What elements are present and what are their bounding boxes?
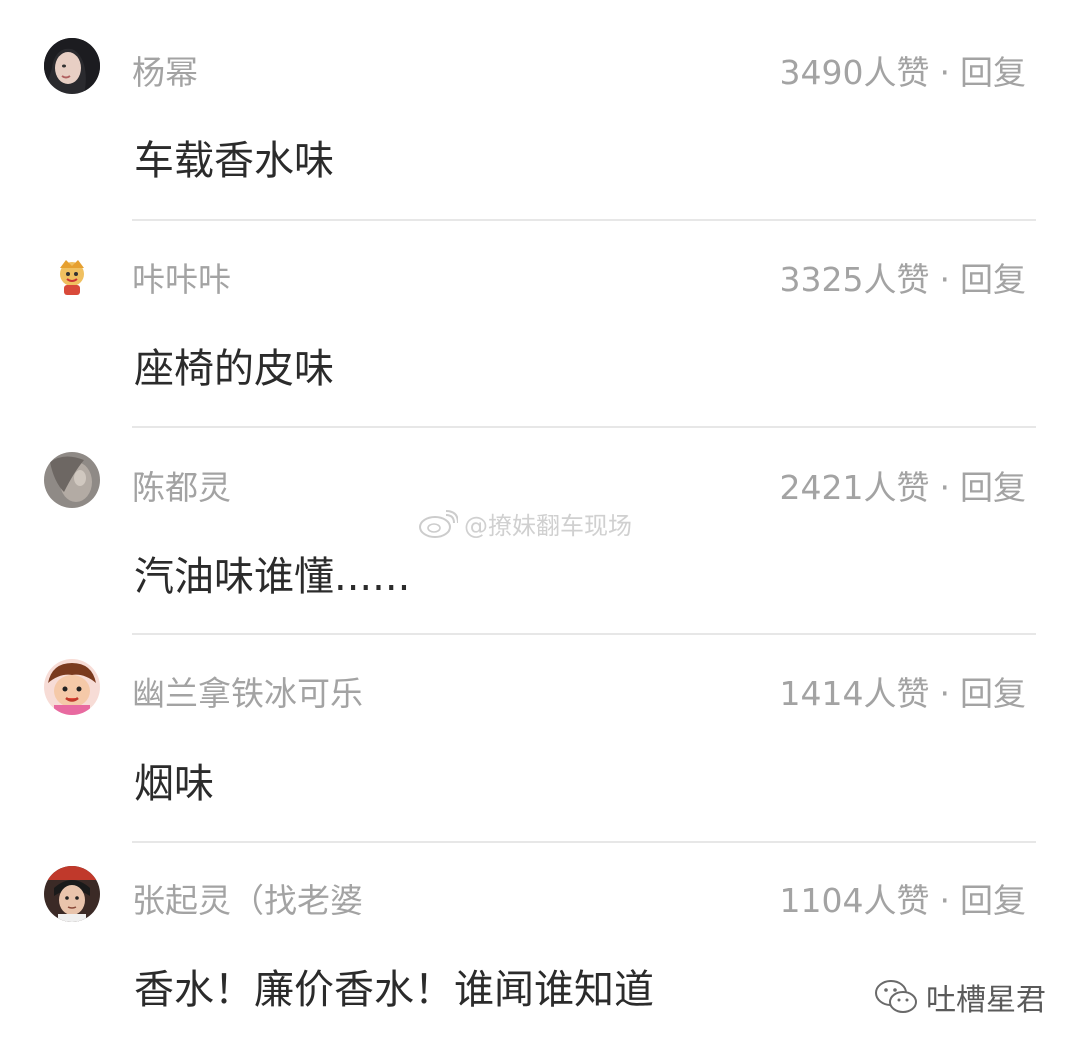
comment-meta: 1414人赞 · 回复 <box>780 677 1026 710</box>
avatar-cartoon-monkey <box>44 248 100 304</box>
comment-meta: 3325人赞 · 回复 <box>780 263 1026 296</box>
like-count[interactable]: 3490人赞 <box>780 53 930 92</box>
username[interactable]: 幽兰拿铁冰可乐 <box>132 677 363 710</box>
comment-meta: 2421人赞 · 回复 <box>780 471 1026 504</box>
comment-text: 烟味 <box>134 761 214 807</box>
comment-text: 车载香水味 <box>134 138 334 184</box>
comment-meta: 1104人赞 · 回复 <box>780 884 1026 917</box>
username[interactable]: 张起灵（找老婆 <box>132 884 363 917</box>
avatar-cartoon-boy <box>44 659 100 715</box>
like-count[interactable]: 3325人赞 <box>780 260 930 299</box>
source-account-name: 吐槽星君 <box>926 983 1046 1018</box>
separator-dot: · <box>939 468 951 507</box>
like-count[interactable]: 1104人赞 <box>780 881 930 920</box>
comment-meta: 3490人赞 · 回复 <box>780 56 1026 89</box>
avatar-blurred-portrait <box>44 452 100 508</box>
separator-dot: · <box>939 53 951 92</box>
like-count[interactable]: 1414人赞 <box>780 674 930 713</box>
weibo-watermark: @撩妹翻车现场 <box>418 506 632 541</box>
weibo-logo-icon <box>419 509 458 538</box>
like-count[interactable]: 2421人赞 <box>780 468 930 507</box>
comment-text: 香水！廉价香水！谁闻谁知道 <box>134 967 654 1013</box>
wechat-source-mark: 吐槽星君 <box>874 975 1046 1019</box>
reply-button[interactable]: 回复 <box>960 53 1026 92</box>
reply-button[interactable]: 回复 <box>960 468 1026 507</box>
divider <box>132 633 1036 635</box>
user-avatar[interactable] <box>44 248 100 304</box>
comment-text: 座椅的皮味 <box>134 346 334 392</box>
separator-dot: · <box>939 260 951 299</box>
divider <box>132 841 1036 843</box>
reply-button[interactable]: 回复 <box>960 674 1026 713</box>
reply-button[interactable]: 回复 <box>960 260 1026 299</box>
comment-text: 汽油味谁懂...... <box>134 554 411 600</box>
watermark-text: @撩妹翻车现场 <box>464 512 632 540</box>
avatar-person-photo <box>44 866 100 922</box>
user-avatar[interactable] <box>44 866 100 922</box>
reply-button[interactable]: 回复 <box>960 881 1026 920</box>
divider <box>132 219 1036 221</box>
user-avatar[interactable] <box>44 38 100 94</box>
separator-dot: · <box>939 881 951 920</box>
separator-dot: · <box>939 674 951 713</box>
username[interactable]: 咔咔咔 <box>132 263 231 296</box>
wechat-logo-icon <box>875 980 917 1013</box>
username[interactable]: 陈都灵 <box>132 471 231 504</box>
user-avatar[interactable] <box>44 452 100 508</box>
username[interactable]: 杨幂 <box>132 56 198 89</box>
user-avatar[interactable] <box>44 659 100 715</box>
divider <box>132 426 1036 428</box>
avatar-woman-dark-hair <box>44 38 100 94</box>
